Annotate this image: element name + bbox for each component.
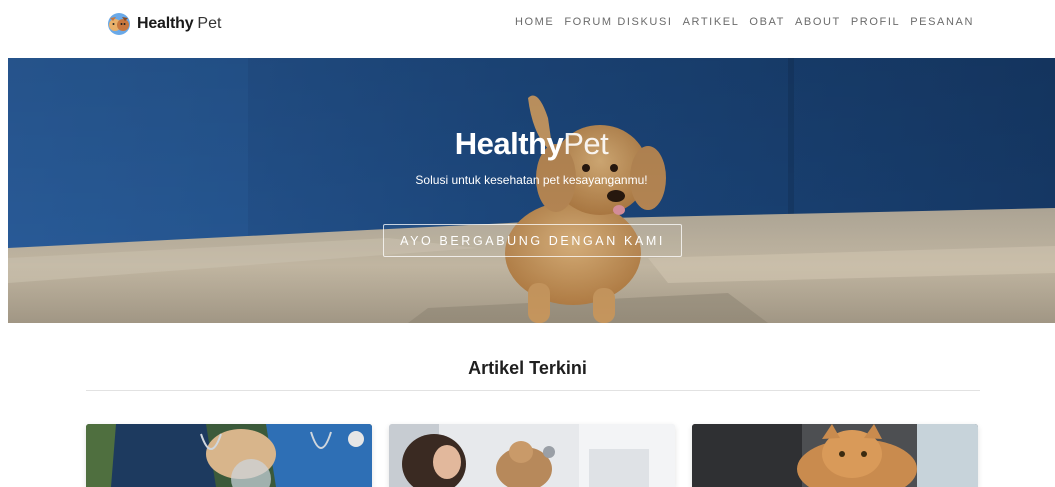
main-nav: HOME FORUM DISKUSI ARTIKEL OBAT ABOUT PR… xyxy=(515,16,974,28)
hero-title-strong: Healthy xyxy=(454,126,564,161)
hero-banner: HealthyPet Solusi untuk kesehatan pet ke… xyxy=(8,58,1055,323)
article-card[interactable] xyxy=(692,424,978,487)
orange-cat-photo xyxy=(692,424,978,487)
woman-with-cat-photo xyxy=(389,424,675,487)
vets-examining-pet-photo xyxy=(86,424,372,487)
brand[interactable]: Healthy Pet xyxy=(107,11,221,37)
nav-forum-diskusi[interactable]: FORUM DISKUSI xyxy=(564,16,672,28)
navbar: Healthy Pet HOME FORUM DISKUSI ARTIKEL O… xyxy=(0,0,1055,58)
join-us-button[interactable]: AYO BERGABUNG DENGAN KAMI xyxy=(383,224,682,257)
nav-about[interactable]: ABOUT xyxy=(795,16,841,28)
nav-obat[interactable]: OBAT xyxy=(749,16,785,28)
hero-title: HealthyPet xyxy=(8,126,1055,162)
puppy-running-photo xyxy=(8,58,1055,323)
article-card[interactable] xyxy=(86,424,372,487)
hero-title-light: Pet xyxy=(563,126,609,161)
articles-heading: Artikel Terkini xyxy=(468,358,587,378)
nav-pesanan[interactable]: PESANAN xyxy=(910,16,974,28)
brand-name-strong: Healthy xyxy=(137,15,194,32)
article-card[interactable] xyxy=(389,424,675,487)
brand-name-light: Pet xyxy=(197,15,222,32)
section-divider xyxy=(86,390,980,391)
pet-logo-icon xyxy=(107,12,131,36)
nav-artikel[interactable]: ARTIKEL xyxy=(683,16,740,28)
nav-home[interactable]: HOME xyxy=(515,16,554,28)
hero-subtitle: Solusi untuk kesehatan pet kesayanganmu! xyxy=(415,173,648,187)
nav-profil[interactable]: PROFIL xyxy=(851,16,900,28)
